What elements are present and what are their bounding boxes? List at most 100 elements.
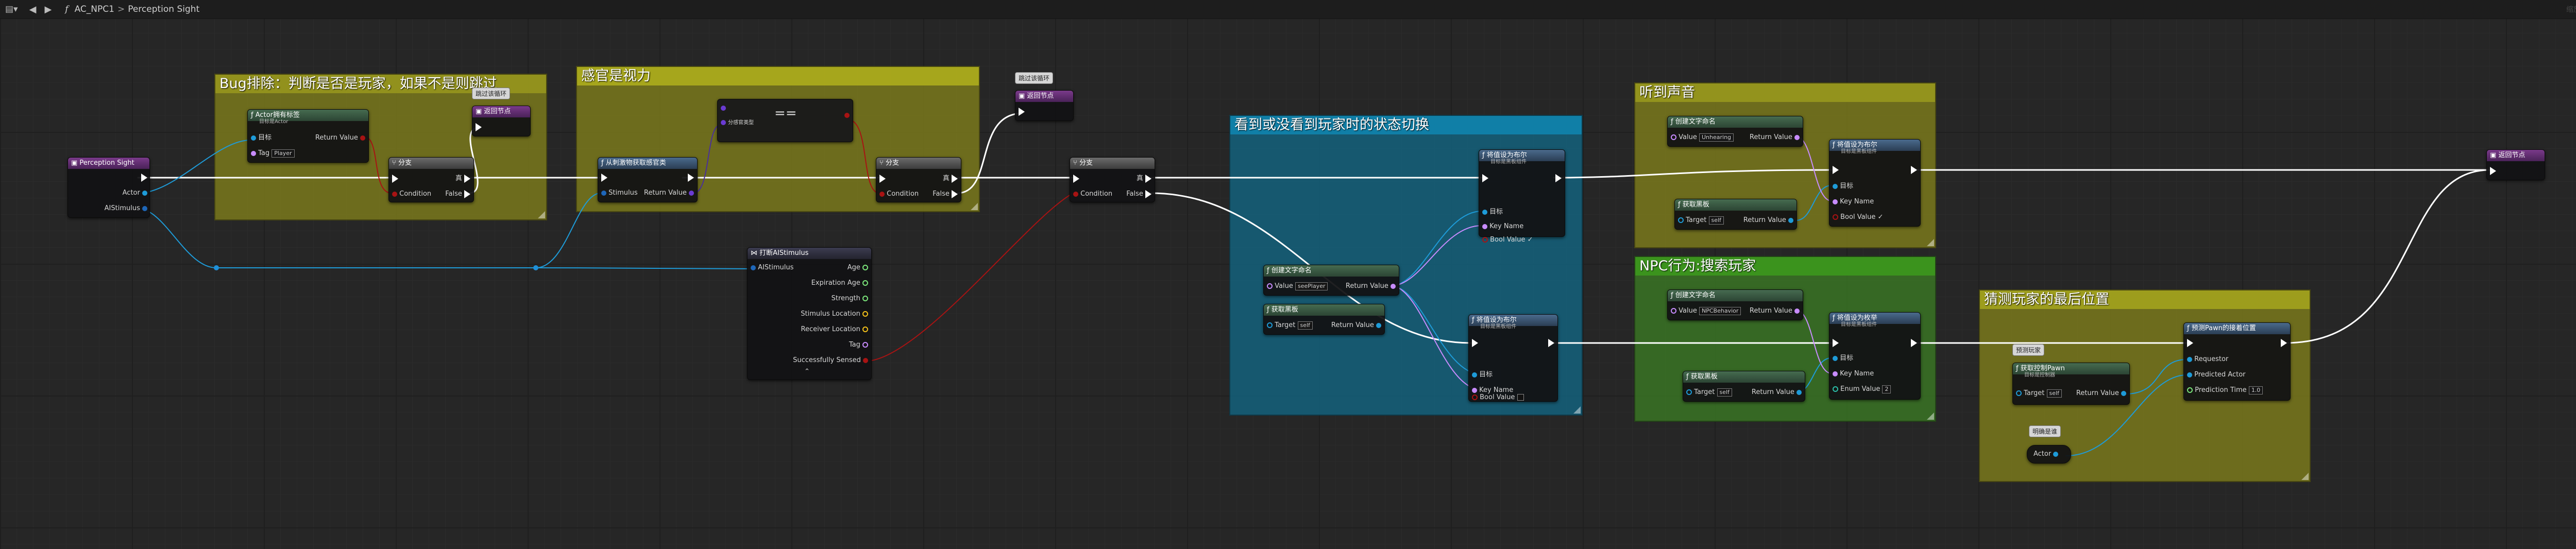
object-pin[interactable] (1267, 322, 1273, 328)
make-literal-name-node[interactable]: ƒ 创建文字命名 Value Unhearing Return Value (1667, 116, 1803, 147)
set-value-as-bool-node[interactable]: ƒ 将值设为布尔 目标是黑板组件 目标 Key Name Bool Value … (1479, 149, 1565, 244)
exec-in-pin[interactable] (879, 174, 886, 183)
set-value-as-bool-node[interactable]: ƒ 将值设为布尔 目标是黑板组件 目标 Key Name Bool Value … (1829, 139, 1921, 227)
exec-out-pin[interactable] (141, 173, 147, 182)
exec-false-pin[interactable] (1145, 190, 1151, 198)
name-pin[interactable] (251, 150, 256, 156)
reroute-node[interactable] (214, 265, 219, 270)
name-pin[interactable] (1671, 308, 1676, 314)
set-value-as-enum-node[interactable]: ƒ 将值设为枚举 目标是黑板组件 目标 Key Name Enum Value … (1829, 312, 1921, 400)
name-pin[interactable] (1833, 371, 1838, 376)
bool-pin[interactable] (1472, 394, 1478, 400)
exec-in-pin[interactable] (601, 173, 607, 182)
exec-true-pin[interactable] (464, 174, 470, 183)
name-pin[interactable] (1391, 283, 1396, 289)
float-pin[interactable] (862, 296, 868, 301)
bool-checkbox[interactable]: ✓ (1878, 213, 1884, 221)
object-pin[interactable] (1686, 389, 1692, 395)
target-value-field[interactable]: self (1717, 388, 1732, 397)
node-header[interactable]: ƒ 获取黑板 (1675, 199, 1797, 211)
break-aistimulus-node[interactable]: ⋈ 打断AIStimulus AIStimulus Age Expiration… (747, 247, 872, 380)
perception-sight-node[interactable]: ▣ Perception Sight Actor AIStimulus (67, 157, 150, 218)
make-literal-name-node[interactable]: ƒ 创建文字命名 Value seePlayer Return Value (1263, 265, 1399, 296)
exec-out-pin[interactable] (1555, 174, 1562, 182)
prediction-time-field[interactable]: 1.0 (2248, 386, 2263, 394)
bool-pin[interactable] (879, 191, 885, 197)
name-value-field[interactable]: Unhearing (1699, 133, 1734, 142)
node-header[interactable]: ▣ Perception Sight (68, 158, 149, 169)
object-pin[interactable] (1788, 217, 1793, 223)
struct-pin[interactable] (142, 205, 147, 211)
bool-checkbox[interactable]: ✓ (1528, 236, 1533, 244)
exec-true-pin[interactable] (952, 174, 958, 183)
object-pin[interactable] (1472, 372, 1477, 378)
exec-in-pin[interactable] (1833, 165, 1839, 174)
return-node[interactable]: ▣ 返回节点 (2486, 149, 2545, 180)
node-header[interactable]: ⑂ 分支 (389, 158, 473, 169)
object-pin[interactable] (251, 135, 256, 141)
node-header[interactable]: ⋈ 打断AIStimulus (748, 248, 871, 259)
exec-out-pin[interactable] (1911, 338, 1917, 347)
float-pin[interactable] (2187, 387, 2193, 393)
return-node[interactable]: ▣ 返回节点 (472, 106, 531, 136)
branch-node[interactable]: ⑂ 分支 真 Condition False (1070, 157, 1155, 202)
exec-in-pin[interactable] (2490, 166, 2496, 175)
object-pin[interactable] (2187, 356, 2192, 362)
object-pin[interactable] (1376, 322, 1381, 328)
get-blackboard-node[interactable]: ƒ 获取黑板 Target self Return Value (1263, 304, 1385, 335)
class-pin[interactable] (721, 119, 726, 125)
exec-in-pin[interactable] (392, 174, 398, 183)
make-literal-name-node[interactable]: ƒ 创建文字命名 Value NPCBehavior Return Value (1667, 289, 1803, 320)
get-controlled-pawn-node[interactable]: ƒ 获取控制Pawn 目标是控制器 Target self Return Val… (2012, 363, 2130, 405)
get-sense-class-node[interactable]: ƒ 从刺激物获取感官类 Stimulus Return Value (598, 157, 698, 202)
name-value-field[interactable]: NPCBehavior (1699, 306, 1741, 315)
vector-pin[interactable] (862, 311, 868, 317)
get-blackboard-node[interactable]: ƒ 获取黑板 Target self Return Value (1683, 371, 1805, 402)
bool-pin[interactable] (392, 191, 397, 197)
node-header[interactable]: ▣ 返回节点 (1015, 91, 1073, 102)
exec-false-pin[interactable] (464, 190, 470, 198)
name-pin[interactable] (1833, 199, 1838, 204)
node-header[interactable]: ƒ 创建文字命名 (1668, 116, 1803, 128)
bool-pin[interactable] (863, 357, 868, 363)
name-pin[interactable] (1794, 308, 1800, 314)
bool-pin[interactable] (360, 135, 365, 141)
exec-in-pin[interactable] (2187, 338, 2193, 347)
name-pin[interactable] (1671, 134, 1676, 140)
class-pin[interactable] (689, 190, 694, 196)
vector-pin[interactable] (862, 327, 868, 332)
set-value-as-bool-node[interactable]: ƒ 将值设为布尔 目标是黑板组件 目标 Key Name Bool Value (1468, 314, 1558, 402)
predict-pawn-location-node[interactable]: ƒ 预测Pawn的接着位置 Requestor Predicted Actor … (2183, 322, 2291, 401)
node-header[interactable]: ▣ 返回节点 (472, 106, 530, 117)
node-header[interactable]: ƒ 获取黑板 (1264, 304, 1384, 316)
bool-pin[interactable] (844, 112, 850, 118)
actor-variable-node[interactable]: Actor (2027, 445, 2071, 464)
object-pin[interactable] (1797, 389, 1802, 395)
float-pin[interactable] (862, 265, 868, 270)
exec-true-pin[interactable] (1145, 174, 1151, 183)
bool-pin[interactable] (1482, 237, 1488, 243)
bool-pin[interactable] (1073, 191, 1078, 197)
branch-node[interactable]: ⑂ 分支 真 Condition False (876, 157, 961, 202)
exec-out-pin[interactable] (1911, 165, 1917, 174)
target-value-field[interactable]: self (2046, 389, 2062, 398)
object-pin[interactable] (1482, 209, 1487, 215)
node-header[interactable]: ⑂ 分支 (876, 158, 961, 169)
get-blackboard-node[interactable]: ƒ 获取黑板 Target self Return Value (1674, 199, 1797, 230)
node-header[interactable]: ƒ 从刺激物获取感官类 (598, 158, 697, 169)
struct-pin[interactable] (751, 265, 756, 270)
exec-out-pin[interactable] (1548, 338, 1554, 347)
return-node[interactable]: ▣ 返回节点 (1015, 90, 1074, 121)
enum-value-field[interactable]: 2 (1882, 385, 1891, 393)
node-header[interactable]: ƒ 创建文字命名 (1668, 290, 1803, 301)
equal-class-node[interactable]: 分感官类型 == (717, 99, 853, 142)
actor-has-tag-node[interactable]: ƒ Actor拥有标签 目标是Actor 目标 Return Value Tag… (247, 109, 369, 163)
class-pin[interactable] (721, 105, 726, 111)
exec-in-pin[interactable] (1833, 338, 1839, 347)
exec-in-pin[interactable] (1019, 107, 1025, 116)
name-pin[interactable] (1482, 224, 1487, 229)
name-pin[interactable] (1472, 387, 1477, 393)
node-header[interactable]: ⑂ 分支 (1070, 158, 1155, 169)
exec-in-pin[interactable] (1472, 338, 1478, 347)
byte-pin[interactable] (1833, 386, 1838, 392)
